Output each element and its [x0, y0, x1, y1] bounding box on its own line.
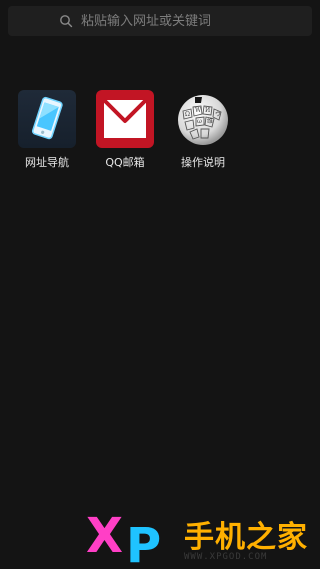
svg-text:И: И	[205, 107, 210, 114]
watermark-text: 手机之家	[184, 520, 308, 555]
watermark-url: WWW.XPGOD.COM	[184, 552, 268, 562]
svg-text:W: W	[195, 107, 202, 114]
shortcut-qq-mail[interactable]: QQ邮箱	[94, 90, 156, 170]
shortcut-label: 网址导航	[25, 156, 69, 169]
shortcut-label: 操作说明	[181, 156, 225, 169]
browser-home-screen: 网址导航 QQ邮箱	[0, 0, 320, 569]
shortcut-grid: 网址导航 QQ邮箱 Ω W И ウ ω 维 操作说明	[16, 90, 234, 170]
shortcut-instructions[interactable]: Ω W И ウ ω 维 操作说明	[172, 90, 234, 170]
svg-text:维: 维	[207, 117, 213, 125]
shortcut-web-navigation[interactable]: 网址导航	[16, 90, 78, 170]
svg-text:ウ: ウ	[215, 110, 221, 118]
search-input[interactable]	[81, 13, 261, 29]
svg-text:Ω: Ω	[185, 111, 190, 118]
svg-text:ω: ω	[197, 118, 202, 125]
mail-icon	[96, 90, 154, 148]
wikipedia-globe-icon: Ω W И ウ ω 维	[174, 90, 232, 148]
phone-icon	[18, 90, 76, 148]
watermark-logo-p: P	[126, 518, 162, 569]
shortcut-label: QQ邮箱	[105, 156, 145, 169]
search-bar[interactable]	[8, 6, 312, 36]
watermark-logo-x: X	[86, 508, 124, 564]
xpgod-watermark: X P 手机之家 WWW.XPGOD.COM	[86, 508, 318, 569]
search-icon	[60, 15, 73, 28]
